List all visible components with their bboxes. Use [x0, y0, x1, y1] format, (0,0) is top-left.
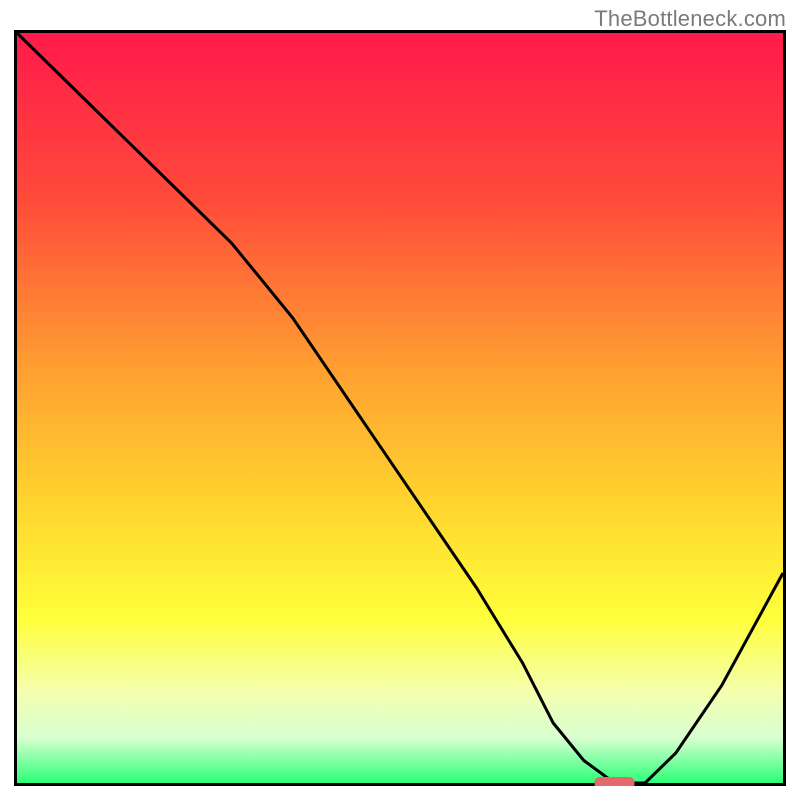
chart-plot	[14, 30, 786, 786]
watermark-text: TheBottleneck.com	[594, 6, 786, 32]
optimal-marker	[595, 777, 635, 786]
